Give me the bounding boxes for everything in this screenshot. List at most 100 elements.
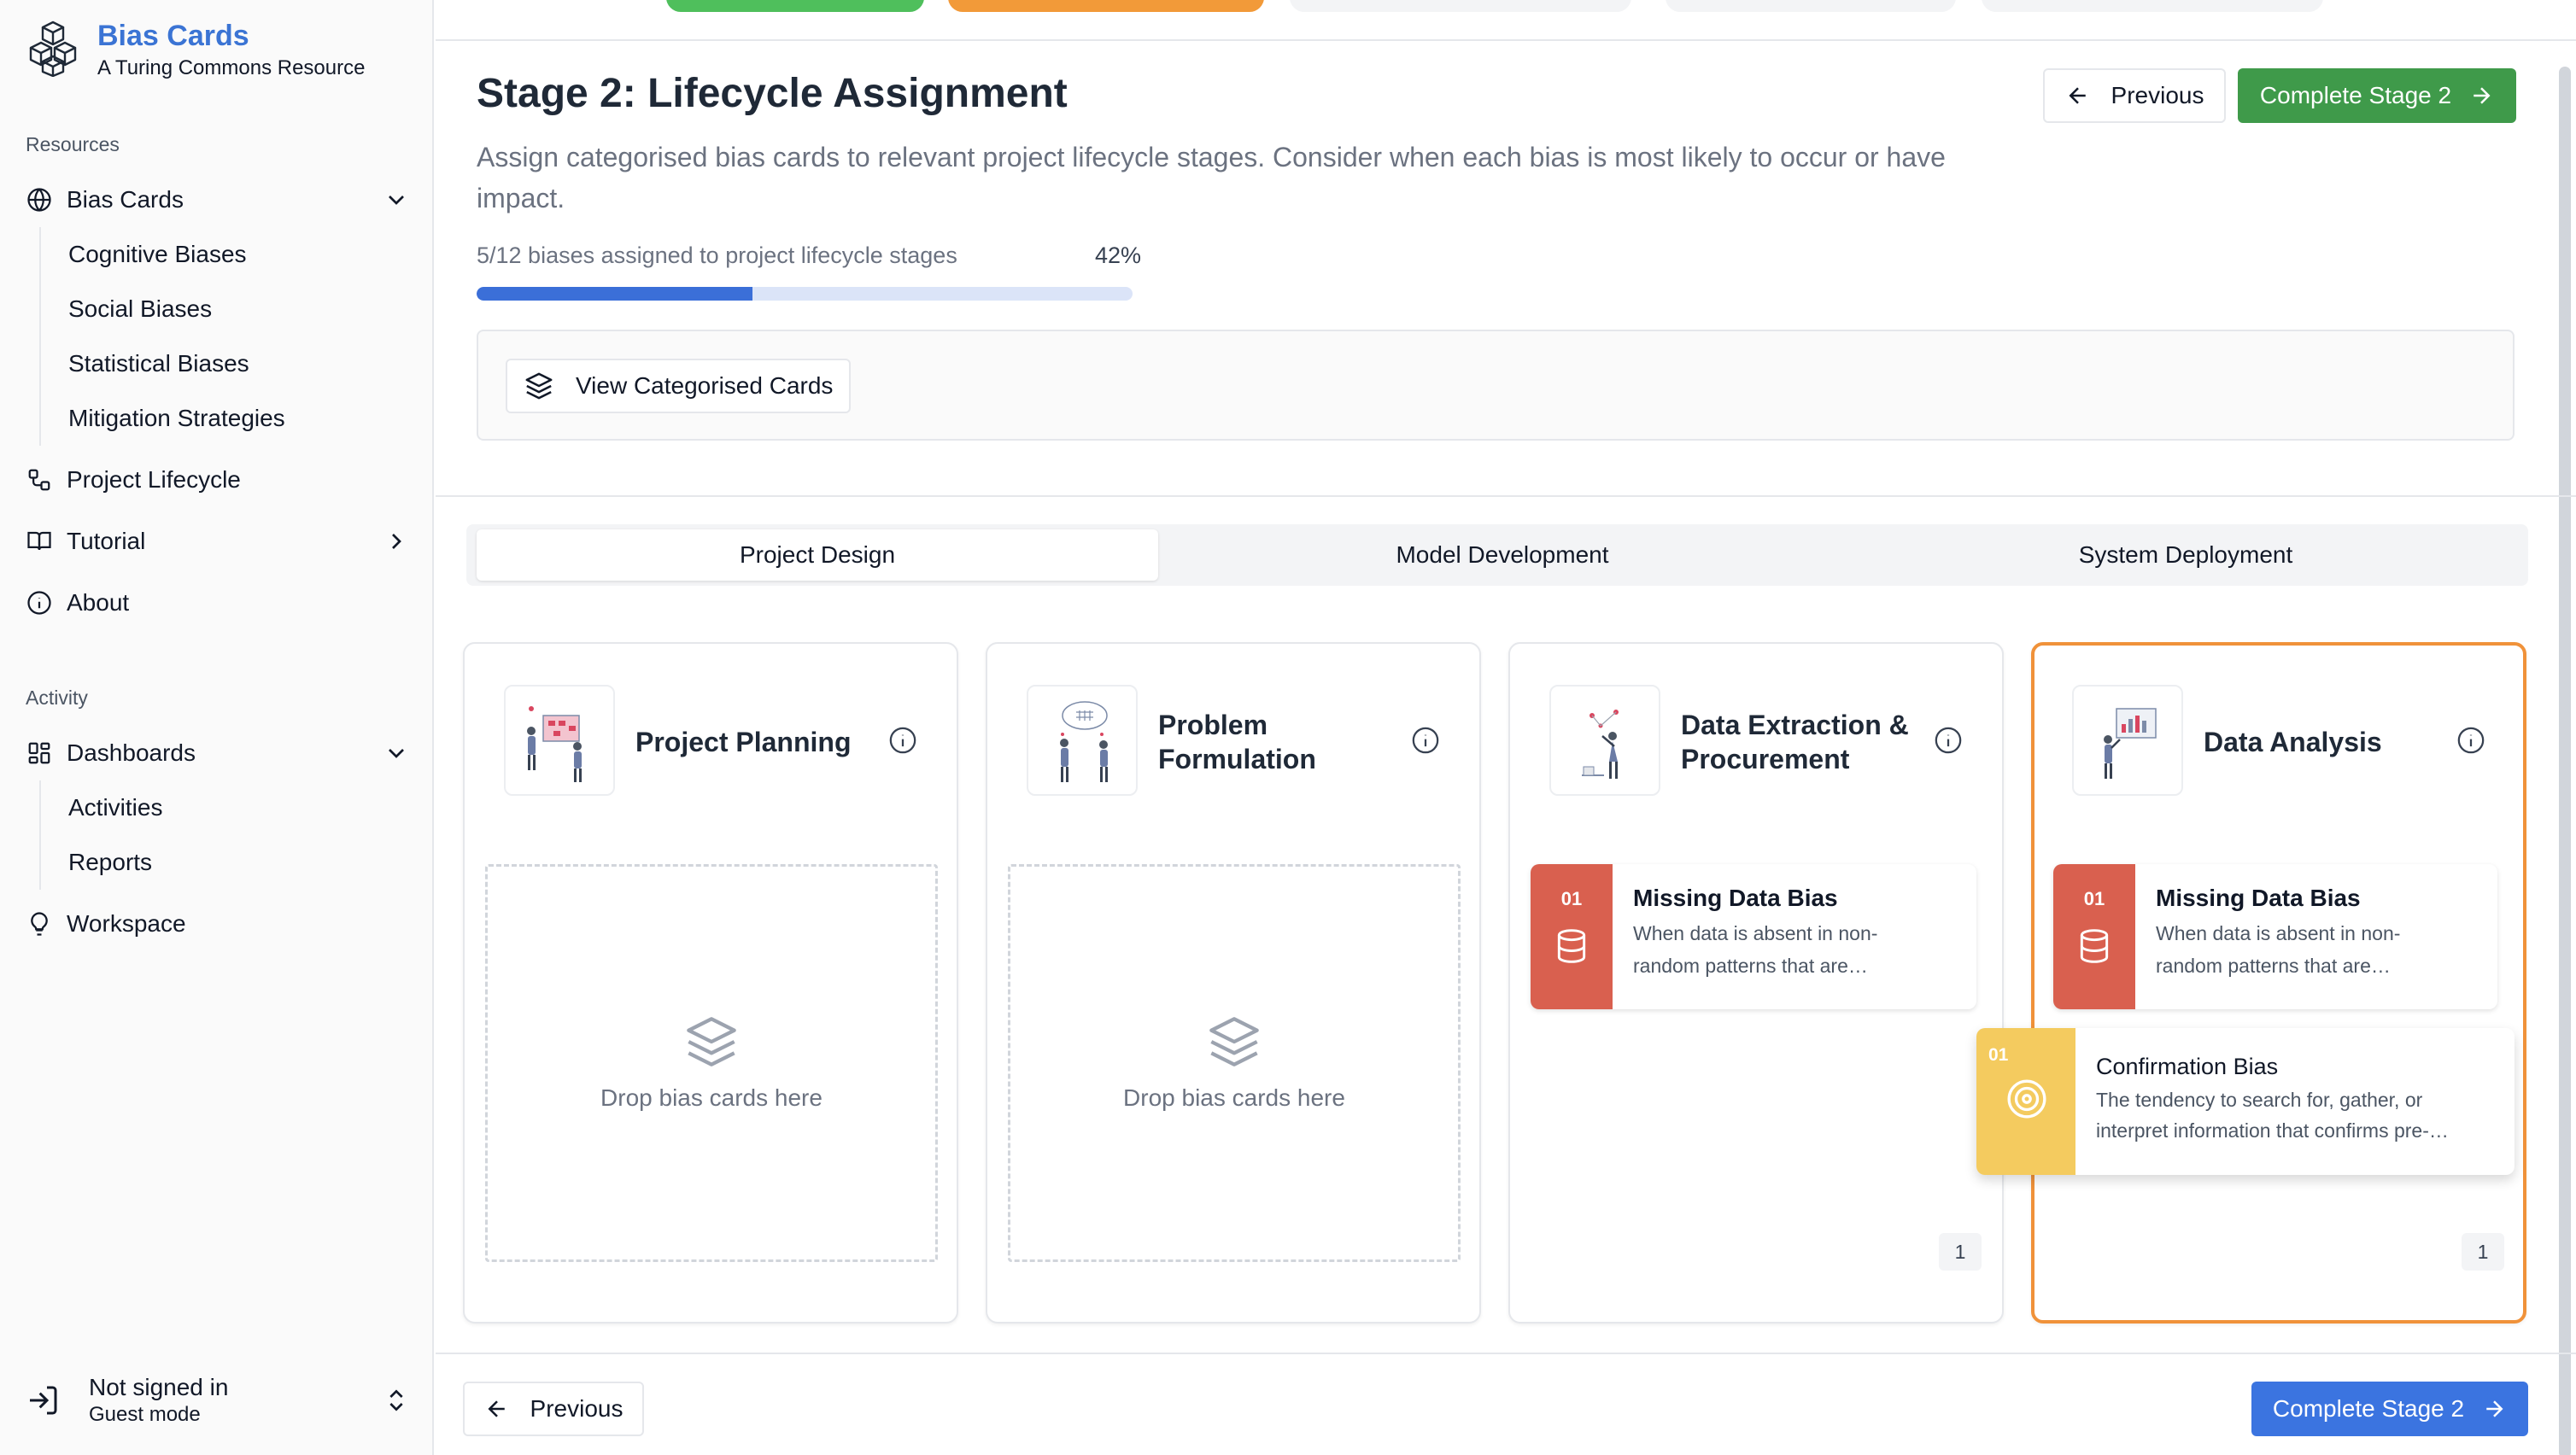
dashboard-icon	[26, 739, 53, 767]
dropzone[interactable]: Drop bias cards here	[485, 864, 938, 1262]
sidebar-item-workspace[interactable]: Workspace	[26, 900, 410, 948]
sidebar-item-about[interactable]: About	[26, 579, 410, 627]
sidebar-item-activities[interactable]: Activities	[41, 780, 162, 835]
categorised-cards-panel: View Categorised Cards	[477, 330, 2515, 441]
layers-icon	[1209, 1017, 1259, 1066]
database-icon	[2080, 929, 2109, 963]
scrollbar[interactable]	[2559, 67, 2571, 1455]
card-count-badge: 1	[1939, 1233, 1982, 1271]
dropzone-text: Drop bias cards here	[1123, 1084, 1345, 1111]
info-icon[interactable]	[1411, 726, 1440, 755]
step-indicator-pending[interactable]	[1666, 0, 1956, 12]
sidebar-item-statistical-biases[interactable]: Statistical Biases	[41, 336, 285, 391]
globe-icon	[26, 186, 53, 213]
sidebar-item-bias-cards[interactable]: Bias Cards	[26, 176, 410, 224]
view-categorised-cards-label: View Categorised Cards	[576, 372, 834, 399]
tab-model-development[interactable]: Model Development	[1162, 529, 1843, 581]
bias-card-missing-data[interactable]: 01 Missing Data Bias When data is absent…	[1531, 864, 1976, 1009]
chevron-down-icon[interactable]	[383, 186, 410, 213]
tab-project-design[interactable]: Project Design	[477, 529, 1158, 581]
complete-stage-button-bottom[interactable]: Complete Stage 2	[2251, 1382, 2528, 1436]
sidebar-item-mitigation-strategies[interactable]: Mitigation Strategies	[41, 391, 285, 446]
brand[interactable]: Bias Cards A Turing Commons Resource	[24, 19, 365, 82]
bias-card-missing-data[interactable]: 01 Missing Data Bias When data is absent…	[2053, 864, 2497, 1009]
sidebar-item-project-lifecycle[interactable]: Project Lifecycle	[26, 456, 410, 504]
sidebar-item-reports[interactable]: Reports	[41, 835, 162, 890]
info-icon[interactable]	[888, 726, 917, 755]
bias-card-name: Confirmation Bias	[2096, 1054, 2279, 1079]
step-indicator-complete[interactable]	[666, 0, 924, 12]
user-name: Not signed in	[89, 1374, 229, 1400]
sidebar: Bias Cards A Turing Commons Resource Res…	[0, 0, 434, 1455]
bias-card-description: When data is absent in non-random patter…	[2156, 922, 2401, 977]
stage-title: Data Extraction & Procurement	[1681, 710, 1909, 774]
user-menu[interactable]: Not signed in Guest mode	[26, 1366, 410, 1435]
stage-title: Project Planning	[635, 727, 852, 757]
step-indicator-pending[interactable]	[1982, 0, 2323, 12]
info-icon[interactable]	[1934, 726, 1963, 755]
chevrons-up-down-icon[interactable]	[383, 1387, 410, 1414]
sidebar-item-label: Bias Cards	[67, 186, 184, 213]
bias-card-number: 01	[1988, 1045, 2009, 1065]
lifecycle-stage-project-planning: Project Planning Drop bias cards here	[463, 642, 958, 1324]
bias-card-color-strip: 01	[1976, 1028, 2075, 1175]
dragging-bias-card-confirmation[interactable]: 01 Confirmation Bias The tendency to sea…	[1976, 1028, 2515, 1175]
chevron-right-icon[interactable]	[383, 528, 410, 555]
bias-card-description: The tendency to search for, gather, or i…	[2096, 1089, 2449, 1142]
dropzone-text: Drop bias cards here	[600, 1084, 823, 1111]
project-planning-illustration	[504, 685, 615, 796]
bias-cards-submenu: Cognitive Biases Social Biases Statistic…	[39, 227, 285, 446]
stage-title: Data Analysis	[2204, 727, 2382, 757]
sidebar-item-tutorial[interactable]: Tutorial	[26, 517, 410, 565]
previous-button-bottom[interactable]: Previous	[463, 1382, 644, 1436]
lifecycle-tabs: Project Design Model Development System …	[466, 524, 2528, 586]
book-icon	[26, 528, 53, 555]
complete-stage-button-top[interactable]: Complete Stage 2	[2238, 68, 2516, 123]
previous-label: Previous	[530, 1395, 624, 1422]
complete-stage-label: Complete Stage 2	[2272, 1395, 2465, 1422]
info-icon	[26, 589, 53, 616]
view-categorised-cards-button[interactable]: View Categorised Cards	[506, 359, 851, 413]
dropzone[interactable]: Drop bias cards here	[1008, 864, 1461, 1262]
bias-card-number: 01	[2083, 888, 2105, 909]
step-indicator-current[interactable]	[948, 0, 1264, 12]
complete-stage-label: Complete Stage 2	[2259, 82, 2452, 108]
lifecycle-stage-data-analysis: Data Analysis 01 Missing Data Bias When …	[2031, 642, 2526, 1324]
layers-icon	[687, 1017, 736, 1066]
bias-card-color-strip: 01	[2053, 864, 2135, 1009]
progress-bar-fill	[477, 287, 752, 301]
step-indicator-pending[interactable]	[1290, 0, 1631, 12]
sidebar-item-social-biases[interactable]: Social Biases	[41, 282, 285, 336]
bias-card-color-strip: 01	[1531, 864, 1613, 1009]
sidebar-item-cognitive-biases[interactable]: Cognitive Biases	[41, 227, 285, 282]
progress-bar	[477, 287, 1133, 301]
lifecycle-stage-data-extraction-procurement: Data Extraction & Procurement 01 Missing…	[1508, 642, 2004, 1324]
chevron-down-icon[interactable]	[383, 739, 410, 767]
target-icon	[2007, 1079, 2046, 1119]
divider	[436, 495, 2576, 497]
lightbulb-icon	[26, 910, 53, 938]
sidebar-item-label: Dashboards	[67, 739, 196, 766]
sidebar-item-label: Tutorial	[67, 528, 146, 554]
card-count-badge: 1	[2462, 1233, 2504, 1271]
tab-system-deployment[interactable]: System Deployment	[1845, 529, 2526, 581]
workflow-icon	[26, 466, 53, 494]
bias-card-name: Missing Data Bias	[2156, 885, 2361, 911]
sidebar-item-label: About	[67, 589, 130, 616]
arrow-right-icon	[2474, 87, 2491, 104]
sidebar-item-dashboards[interactable]: Dashboards	[26, 729, 410, 777]
problem-formulation-illustration	[1027, 685, 1138, 796]
previous-button-top[interactable]: Previous	[2043, 68, 2226, 123]
page-title: Stage 2: Lifecycle Assignment	[477, 71, 1068, 116]
stage-title: Problem Formulation	[1158, 710, 1316, 774]
progress-text: 5/12 biases assigned to project lifecycl…	[477, 242, 957, 268]
info-icon[interactable]	[2456, 726, 2485, 755]
data-analysis-illustration	[2072, 685, 2183, 796]
lifecycle-stage-problem-formulation: Problem Formulation Drop bias cards here	[986, 642, 1481, 1324]
progress-percent: 42%	[1094, 242, 1141, 268]
resources-section-label: Resources	[26, 133, 120, 155]
arrow-left-icon	[488, 1400, 505, 1417]
brand-title[interactable]: Bias Cards	[97, 19, 365, 53]
database-icon	[1557, 929, 1586, 963]
sidebar-item-label: Workspace	[67, 910, 186, 937]
